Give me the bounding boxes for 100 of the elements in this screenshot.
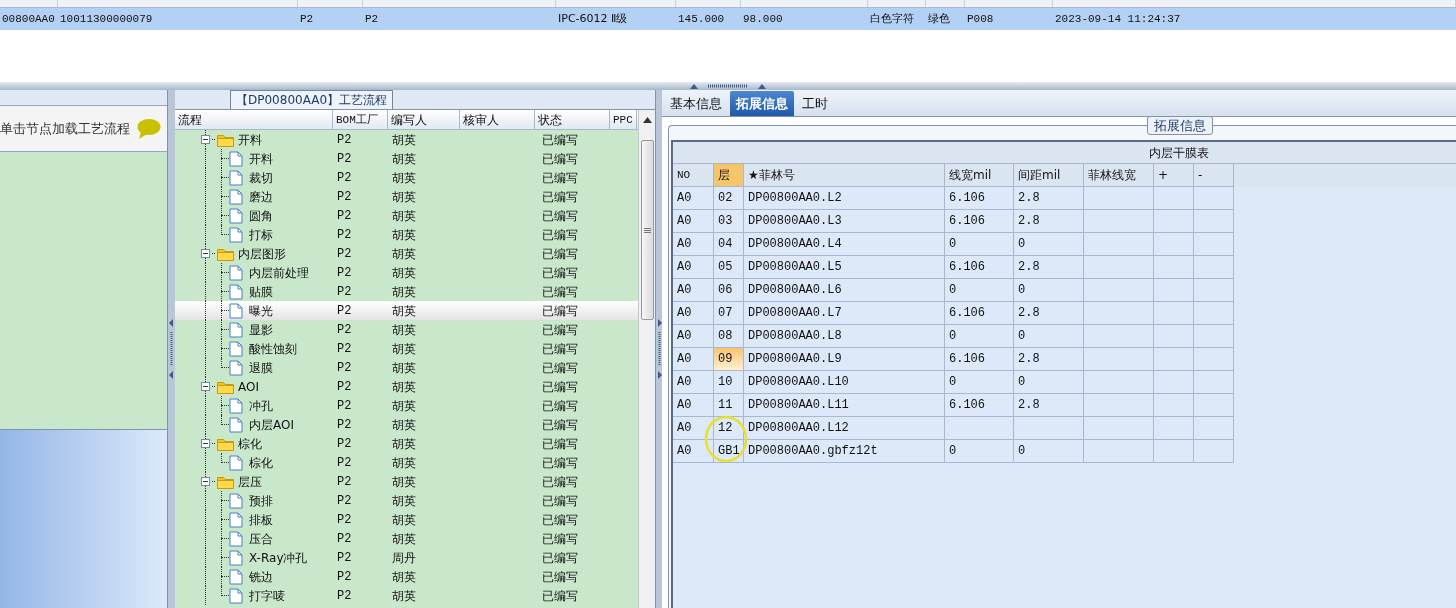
layer-cell[interactable]: 05	[714, 256, 744, 279]
film-width-cell[interactable]	[1084, 394, 1154, 417]
scrollbar[interactable]	[638, 110, 655, 608]
collapse-toggle[interactable]	[201, 477, 210, 486]
minus-cell[interactable]	[1194, 348, 1234, 371]
plus-cell[interactable]	[1154, 233, 1194, 256]
line-width-cell[interactable]: 0	[945, 371, 1014, 394]
tree-row[interactable]: 曝光 P2 胡英 已编写	[175, 301, 638, 320]
minus-cell[interactable]	[1194, 187, 1234, 210]
film-number-cell[interactable]: DP00800AA0.L7	[744, 302, 945, 325]
plus-cell[interactable]	[1154, 348, 1194, 371]
film-number-cell[interactable]: DP00800AA0.L10	[744, 371, 945, 394]
spacing-cell[interactable]: 0	[1014, 325, 1084, 348]
layer-cell[interactable]: 12	[714, 417, 744, 440]
layer-cell[interactable]: 06	[714, 279, 744, 302]
spacing-cell[interactable]: 2.8	[1014, 256, 1084, 279]
plus-cell[interactable]	[1154, 371, 1194, 394]
line-width-cell[interactable]: 0	[945, 279, 1014, 302]
plus-cell[interactable]	[1154, 302, 1194, 325]
no-cell[interactable]: A0	[673, 233, 714, 256]
line-width-cell[interactable]: 6.106	[945, 394, 1014, 417]
film-number-cell[interactable]: DP00800AA0.gbfz12t	[744, 440, 945, 463]
scroll-thumb[interactable]	[640, 140, 654, 320]
film-number-cell[interactable]: DP00800AA0.L4	[744, 233, 945, 256]
no-cell[interactable]: A0	[673, 302, 714, 325]
line-width-cell[interactable]: 6.106	[945, 302, 1014, 325]
line-width-cell[interactable]	[945, 417, 1014, 440]
collapse-toggle[interactable]	[201, 135, 210, 144]
column-header[interactable]: 核审人	[460, 110, 535, 129]
column-header[interactable]: +	[1154, 164, 1194, 187]
layer-cell[interactable]: 11	[714, 394, 744, 417]
no-cell[interactable]: A0	[673, 256, 714, 279]
plus-cell[interactable]	[1154, 394, 1194, 417]
film-number-cell[interactable]: DP00800AA0.L12	[744, 417, 945, 440]
film-width-cell[interactable]	[1084, 440, 1154, 463]
minus-cell[interactable]	[1194, 210, 1234, 233]
minus-cell[interactable]	[1194, 417, 1234, 440]
tab[interactable]: 基本信息	[664, 91, 728, 116]
layer-cell[interactable]: 02	[714, 187, 744, 210]
line-width-cell[interactable]: 6.106	[945, 210, 1014, 233]
minus-cell[interactable]	[1194, 440, 1234, 463]
plus-cell[interactable]	[1154, 256, 1194, 279]
line-width-cell[interactable]: 6.106	[945, 256, 1014, 279]
spacing-cell[interactable]: 2.8	[1014, 302, 1084, 325]
film-width-cell[interactable]	[1084, 325, 1154, 348]
plus-cell[interactable]	[1154, 440, 1194, 463]
plus-cell[interactable]	[1154, 417, 1194, 440]
spacing-cell[interactable]	[1014, 417, 1084, 440]
film-number-cell[interactable]: DP00800AA0.L3	[744, 210, 945, 233]
tab[interactable]: 拓展信息	[730, 91, 794, 116]
no-cell[interactable]: A0	[673, 187, 714, 210]
column-header[interactable]: BOM工厂	[333, 110, 388, 129]
collapse-toggle[interactable]	[201, 382, 210, 391]
scroll-up-icon[interactable]	[642, 117, 652, 123]
column-header[interactable]: 间距mil	[1014, 164, 1084, 187]
film-width-cell[interactable]	[1084, 348, 1154, 371]
minus-cell[interactable]	[1194, 394, 1234, 417]
column-header[interactable]: 流程	[175, 110, 333, 129]
film-number-cell[interactable]: DP00800AA0.L2	[744, 187, 945, 210]
minus-cell[interactable]	[1194, 325, 1234, 348]
film-width-cell[interactable]	[1084, 417, 1154, 440]
plus-cell[interactable]	[1154, 187, 1194, 210]
film-width-cell[interactable]	[1084, 233, 1154, 256]
line-width-cell[interactable]: 6.106	[945, 348, 1014, 371]
spacing-cell[interactable]: 2.8	[1014, 394, 1084, 417]
line-width-cell[interactable]: 6.106	[945, 187, 1014, 210]
plus-cell[interactable]	[1154, 325, 1194, 348]
minus-cell[interactable]	[1194, 302, 1234, 325]
spacing-cell[interactable]: 0	[1014, 440, 1084, 463]
column-header[interactable]: 状态	[535, 110, 610, 129]
spacing-cell[interactable]: 0	[1014, 279, 1084, 302]
layer-cell[interactable]: 07	[714, 302, 744, 325]
layer-cell[interactable]: 04	[714, 233, 744, 256]
column-header[interactable]: -	[1194, 164, 1234, 187]
column-header[interactable]: PPC	[610, 110, 637, 129]
film-width-cell[interactable]	[1084, 279, 1154, 302]
grid-row[interactable]: 00800AA0 10011300000079 P2 P2 IPC-6012 Ⅱ级 145.000 98.000 白色字符 绿色 P008 2023-09-14 11:24:37	[0, 8, 1456, 30]
no-cell[interactable]: A0	[673, 325, 714, 348]
no-cell[interactable]: A0	[673, 394, 714, 417]
film-number-cell[interactable]: DP00800AA0.L11	[744, 394, 945, 417]
collapse-toggle[interactable]	[201, 249, 210, 258]
column-header[interactable]: 编写人	[388, 110, 460, 129]
spacing-cell[interactable]: 2.8	[1014, 348, 1084, 371]
film-width-cell[interactable]	[1084, 256, 1154, 279]
line-width-cell[interactable]: 0	[945, 440, 1014, 463]
spacing-cell[interactable]: 2.8	[1014, 187, 1084, 210]
minus-cell[interactable]	[1194, 279, 1234, 302]
collapse-toggle[interactable]	[201, 439, 210, 448]
plus-cell[interactable]	[1154, 210, 1194, 233]
column-header[interactable]: 菲林线宽	[1084, 164, 1154, 187]
column-header[interactable]: 线宽mil	[945, 164, 1014, 187]
film-width-cell[interactable]	[1084, 302, 1154, 325]
layer-cell[interactable]: 03	[714, 210, 744, 233]
film-width-cell[interactable]	[1084, 210, 1154, 233]
column-header[interactable]: ★菲林号	[744, 164, 945, 187]
line-width-cell[interactable]: 0	[945, 233, 1014, 256]
layer-cell[interactable]: GB1	[714, 440, 744, 463]
no-cell[interactable]: A0	[673, 371, 714, 394]
tab[interactable]: 工时	[796, 91, 834, 116]
spacing-cell[interactable]: 0	[1014, 233, 1084, 256]
